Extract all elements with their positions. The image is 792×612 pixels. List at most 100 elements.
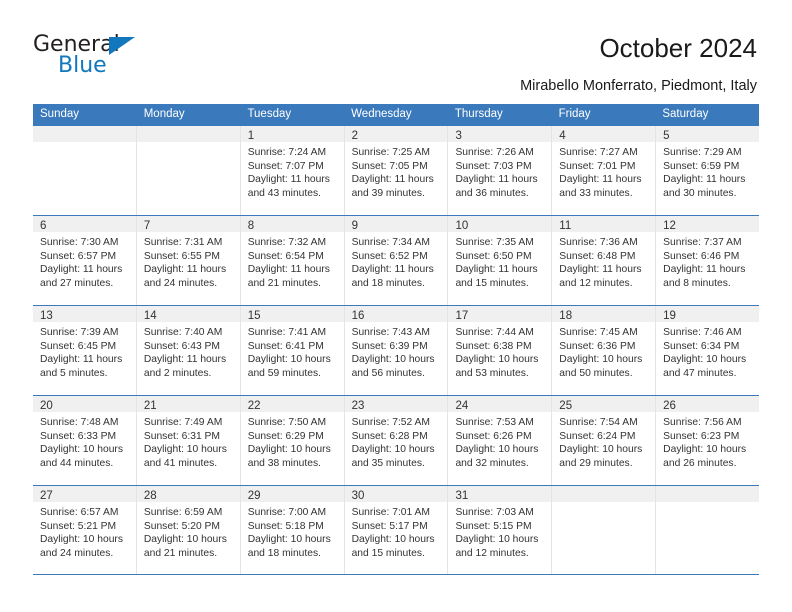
calendar-day-cell[interactable]: 10 Sunrise: 7:35 AM Sunset: 6:50 PM Dayligh… <box>448 216 553 305</box>
day-details: Sunrise: 6:59 AM Sunset: 5:20 PM Daylight:… <box>137 502 240 560</box>
sunrise-time: Sunrise: 7:43 AM <box>351 327 430 338</box>
daylight-duration-line2: and 18 minutes. <box>351 277 425 289</box>
calendar-day-cell[interactable]: 12 Sunrise: 7:37 AM Sunset: 6:46 PM Dayligh… <box>656 216 760 305</box>
sunset-time: Sunset: 6:55 PM <box>143 250 220 262</box>
daylight-duration-line2: and 56 minutes. <box>351 367 425 379</box>
day-number-band: 17 <box>448 306 552 322</box>
daylight-duration-line2: and 38 minutes. <box>247 457 321 469</box>
calendar-day-cell[interactable]: 23 Sunrise: 7:52 AM Sunset: 6:28 PM Dayligh… <box>344 396 449 485</box>
calendar-day-cell[interactable]: 19 Sunrise: 7:46 AM Sunset: 6:34 PM Dayligh… <box>656 306 760 395</box>
day-details: Sunrise: 7:53 AM Sunset: 6:26 PM Daylight:… <box>448 412 551 470</box>
page-header: General Blue October 2024 Mirabello Monf… <box>0 0 792 100</box>
general-blue-logo[interactable]: General Blue <box>33 33 153 81</box>
sunrise-time: Sunrise: 7:25 AM <box>351 147 430 158</box>
daylight-duration-line1: Daylight: 11 hours <box>663 264 746 275</box>
day-number: 17 <box>455 310 469 322</box>
sunset-time: Sunset: 5:20 PM <box>143 520 220 532</box>
day-details: Sunrise: 7:36 AM Sunset: 6:48 PM Daylight:… <box>552 232 655 290</box>
sunset-time: Sunset: 6:28 PM <box>351 430 428 442</box>
calendar-day-cell[interactable]: 21 Sunrise: 7:49 AM Sunset: 6:31 PM Dayligh… <box>136 396 241 485</box>
calendar-day-cell[interactable]: 24 Sunrise: 7:53 AM Sunset: 6:26 PM Dayligh… <box>448 396 553 485</box>
weekday-header-saturday: Saturday <box>662 108 709 120</box>
calendar-day-cell[interactable]: 17 Sunrise: 7:44 AM Sunset: 6:38 PM Dayligh… <box>448 306 553 395</box>
daylight-duration-line2: and 32 minutes. <box>455 457 529 469</box>
calendar-day-cell[interactable]: 15 Sunrise: 7:41 AM Sunset: 6:41 PM Dayligh… <box>240 306 345 395</box>
calendar-day-cell[interactable]: 28 Sunrise: 6:59 AM Sunset: 5:20 PM Dayligh… <box>136 486 241 574</box>
sunrise-time: Sunrise: 7:27 AM <box>559 147 638 158</box>
day-number-band: 30 <box>344 486 448 502</box>
day-details: Sunrise: 7:46 AM Sunset: 6:34 PM Daylight:… <box>656 322 759 380</box>
calendar-day-cell[interactable]: 22 Sunrise: 7:50 AM Sunset: 6:29 PM Dayligh… <box>240 396 345 485</box>
calendar-week-row: 6 Sunrise: 7:30 AM Sunset: 6:57 PM Daylight… <box>33 215 760 305</box>
daylight-duration-line2: and 36 minutes. <box>455 187 529 199</box>
day-number-band: 4 <box>552 126 656 142</box>
sunset-time: Sunset: 7:05 PM <box>351 160 428 172</box>
sunset-time: Sunset: 6:54 PM <box>247 250 324 262</box>
calendar-day-cell[interactable]: 26 Sunrise: 7:56 AM Sunset: 6:23 PM Dayligh… <box>656 396 760 485</box>
daylight-duration-line2: and 26 minutes. <box>663 457 737 469</box>
calendar-day-cell[interactable]: 25 Sunrise: 7:54 AM Sunset: 6:24 PM Dayligh… <box>552 396 657 485</box>
calendar-day-cell[interactable]: 9 Sunrise: 7:34 AM Sunset: 6:52 PM Daylight… <box>344 216 449 305</box>
calendar-day-cell[interactable]: 20 Sunrise: 7:48 AM Sunset: 6:33 PM Dayligh… <box>33 396 137 485</box>
sunset-time: Sunset: 6:46 PM <box>663 250 740 262</box>
sunrise-time: Sunrise: 7:36 AM <box>559 237 638 248</box>
calendar-day-cell[interactable]: 5 Sunrise: 7:29 AM Sunset: 6:59 PM Daylight… <box>656 126 760 215</box>
day-number: 4 <box>559 130 566 142</box>
daylight-duration-line2: and 5 minutes. <box>40 367 108 379</box>
daylight-duration-line2: and 18 minutes. <box>247 547 321 559</box>
weekday-header-friday: Friday <box>558 108 591 120</box>
day-number: 25 <box>559 400 573 412</box>
calendar-day-cell[interactable]: 14 Sunrise: 7:40 AM Sunset: 6:43 PM Dayligh… <box>136 306 241 395</box>
day-number-band <box>552 486 656 502</box>
day-details: Sunrise: 7:00 AM Sunset: 5:18 PM Daylight:… <box>241 502 344 560</box>
daylight-duration-line2: and 15 minutes. <box>455 277 529 289</box>
day-number-band: 2 <box>344 126 448 142</box>
calendar-day-cell[interactable]: 6 Sunrise: 7:30 AM Sunset: 6:57 PM Daylight… <box>33 216 137 305</box>
day-number-band: 12 <box>656 216 760 232</box>
daylight-duration-line1: Daylight: 11 hours <box>559 264 642 275</box>
day-number-band <box>656 486 760 502</box>
sunrise-time: Sunrise: 7:39 AM <box>40 327 119 338</box>
calendar-day-cell[interactable]: 7 Sunrise: 7:31 AM Sunset: 6:55 PM Daylight… <box>136 216 241 305</box>
calendar-day-cell[interactable]: 18 Sunrise: 7:45 AM Sunset: 6:36 PM Dayligh… <box>552 306 657 395</box>
day-number-band: 13 <box>33 306 136 322</box>
sunset-time: Sunset: 5:18 PM <box>247 520 324 532</box>
sunset-time: Sunset: 6:57 PM <box>40 250 117 262</box>
day-details: Sunrise: 7:45 AM Sunset: 6:36 PM Daylight:… <box>552 322 655 380</box>
calendar-day-cell[interactable]: 8 Sunrise: 7:32 AM Sunset: 6:54 PM Daylight… <box>240 216 345 305</box>
calendar-day-cell[interactable]: 16 Sunrise: 7:43 AM Sunset: 6:39 PM Dayligh… <box>344 306 449 395</box>
calendar-day-cell[interactable]: 27 Sunrise: 6:57 AM Sunset: 5:21 PM Dayligh… <box>33 486 137 574</box>
daylight-duration-line1: Daylight: 11 hours <box>455 174 538 185</box>
day-details: Sunrise: 7:48 AM Sunset: 6:33 PM Daylight:… <box>33 412 136 470</box>
day-details: Sunrise: 7:27 AM Sunset: 7:01 PM Daylight:… <box>552 142 655 200</box>
daylight-duration-line1: Daylight: 11 hours <box>143 264 227 275</box>
sunrise-time: Sunrise: 7:41 AM <box>247 327 327 338</box>
sunrise-time: Sunrise: 6:59 AM <box>143 507 223 518</box>
sunrise-time: Sunrise: 7:45 AM <box>559 327 638 338</box>
day-number-band: 25 <box>552 396 656 412</box>
calendar-day-cell[interactable]: 2 Sunrise: 7:25 AM Sunset: 7:05 PM Daylight… <box>344 126 449 215</box>
calendar-day-cell[interactable]: 3 Sunrise: 7:26 AM Sunset: 7:03 PM Daylight… <box>448 126 553 215</box>
sunrise-time: Sunrise: 7:34 AM <box>351 237 430 248</box>
logo-text-blue: Blue <box>58 53 107 78</box>
daylight-duration-line1: Daylight: 10 hours <box>247 354 331 365</box>
calendar-day-cell[interactable]: 4 Sunrise: 7:27 AM Sunset: 7:01 PM Daylight… <box>552 126 657 215</box>
daylight-duration-line2: and 24 minutes. <box>40 547 114 559</box>
day-number: 1 <box>247 130 255 142</box>
day-number: 18 <box>559 310 573 322</box>
sunrise-time: Sunrise: 7:24 AM <box>247 147 327 158</box>
calendar-day-cell[interactable]: 30 Sunrise: 7:01 AM Sunset: 5:17 PM Dayligh… <box>344 486 449 574</box>
calendar-day-cell[interactable]: 1 Sunrise: 7:24 AM Sunset: 7:07 PM Daylight… <box>240 126 345 215</box>
calendar-day-cell[interactable]: 13 Sunrise: 7:39 AM Sunset: 6:45 PM Dayligh… <box>33 306 137 395</box>
calendar-day-cell[interactable]: 31 Sunrise: 7:03 AM Sunset: 5:15 PM Dayligh… <box>448 486 553 574</box>
sunset-time: Sunset: 6:43 PM <box>143 340 220 352</box>
day-number: 14 <box>143 310 157 322</box>
calendar-day-cell[interactable]: 29 Sunrise: 7:00 AM Sunset: 5:18 PM Dayligh… <box>240 486 345 574</box>
day-number: 15 <box>247 310 261 322</box>
day-details: Sunrise: 7:34 AM Sunset: 6:52 PM Daylight:… <box>345 232 448 290</box>
day-number-band: 18 <box>552 306 656 322</box>
calendar-day-cell[interactable]: 11 Sunrise: 7:36 AM Sunset: 6:48 PM Dayligh… <box>552 216 657 305</box>
day-details: Sunrise: 7:03 AM Sunset: 5:15 PM Daylight:… <box>448 502 551 560</box>
sunrise-time: Sunrise: 7:49 AM <box>143 417 223 428</box>
logo-triangle-icon <box>109 37 135 55</box>
